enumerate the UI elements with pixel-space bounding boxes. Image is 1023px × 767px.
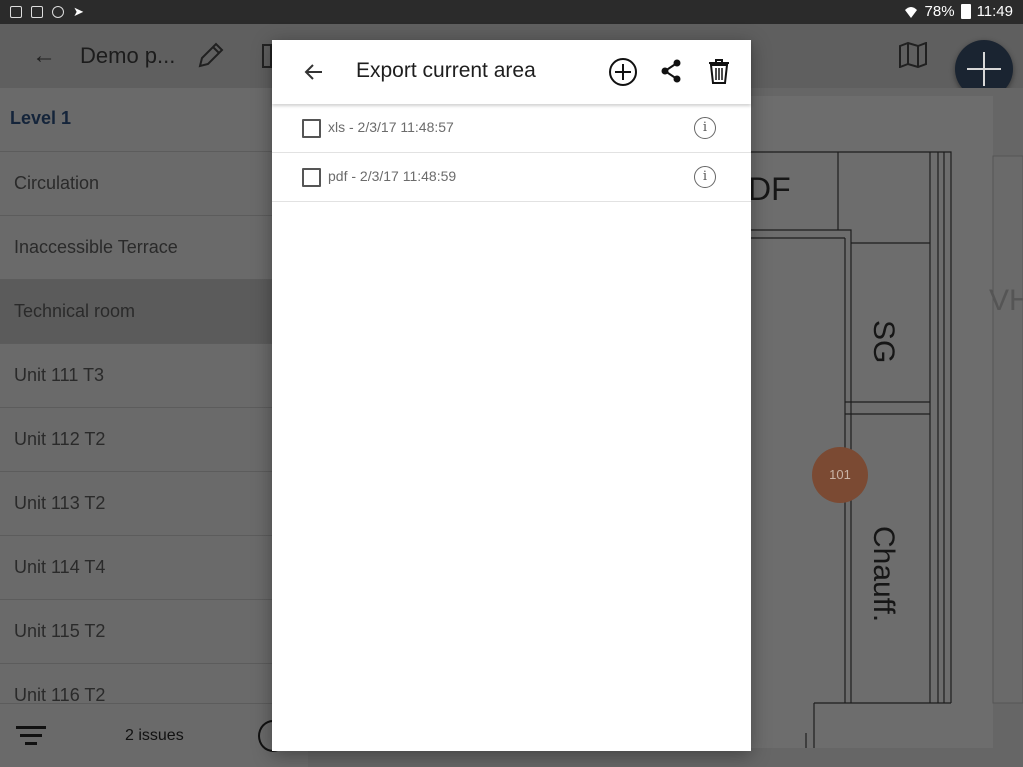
dialog-title: Export current area (356, 59, 536, 82)
plan-label-sg: SG (867, 320, 900, 363)
area-item[interactable]: Circulation (0, 152, 308, 216)
area-item[interactable]: Unit 115 T2 (0, 600, 308, 664)
export-checkbox[interactable] (302, 119, 321, 138)
area-item[interactable]: Unit 111 T3 (0, 344, 308, 408)
issues-count[interactable]: 2 issues (125, 727, 184, 745)
download-icon (31, 6, 43, 18)
list-footer: 2 issues (0, 703, 308, 767)
qr-code-icon[interactable] (262, 44, 272, 68)
back-arrow-icon[interactable]: ← (32, 42, 56, 70)
area-item-selected[interactable]: Technical room (0, 280, 308, 344)
area-item[interactable]: Unit 112 T2 (0, 408, 308, 472)
export-row[interactable]: pdf - 2/3/17 11:48:59 i (272, 153, 751, 202)
trash-icon[interactable] (708, 58, 730, 85)
level-header[interactable]: Level 1 (0, 88, 308, 152)
project-title: Demo p... (80, 43, 176, 68)
battery-percent: 78% (924, 3, 955, 20)
plan-label-chauff: Chauff. (867, 526, 900, 622)
pencil-icon[interactable] (196, 40, 224, 70)
export-label: xls - 2/3/17 11:48:57 (328, 119, 454, 135)
weather-icon (52, 6, 64, 18)
export-dialog: Export current area xls - 2/3/17 11:48:5… (272, 40, 751, 751)
export-checkbox[interactable] (302, 168, 321, 187)
plan-label-df: DF (748, 171, 791, 207)
area-item[interactable]: Inaccessible Terrace (0, 216, 308, 280)
back-arrow-icon[interactable] (302, 60, 326, 84)
export-row[interactable]: xls - 2/3/17 11:48:57 i (272, 104, 751, 153)
filter-icon[interactable] (16, 726, 46, 750)
plan-label-vh: VH (989, 284, 1023, 317)
system-status: 78% 11:49 (903, 3, 1013, 20)
issue-marker[interactable]: 101 (812, 447, 868, 503)
map-icon[interactable] (898, 42, 928, 68)
notification-icons: ➤ (10, 4, 84, 20)
dialog-header: Export current area (272, 40, 751, 104)
area-list: Level 1 Circulation Inaccessible Terrace… (0, 88, 308, 767)
status-bar: ➤ 78% 11:49 (0, 0, 1023, 24)
area-item[interactable]: Unit 114 T4 (0, 536, 308, 600)
clock: 11:49 (976, 3, 1013, 20)
info-icon[interactable]: i (694, 117, 716, 139)
gallery-icon (10, 6, 22, 18)
share-icon[interactable] (660, 59, 682, 83)
info-icon[interactable]: i (694, 166, 716, 188)
battery-icon (960, 4, 971, 19)
export-label: pdf - 2/3/17 11:48:59 (328, 168, 457, 184)
wifi-icon (904, 7, 917, 18)
area-item[interactable]: Unit 113 T2 (0, 472, 308, 536)
send-icon: ➤ (73, 4, 84, 19)
add-circle-icon[interactable] (608, 57, 638, 87)
